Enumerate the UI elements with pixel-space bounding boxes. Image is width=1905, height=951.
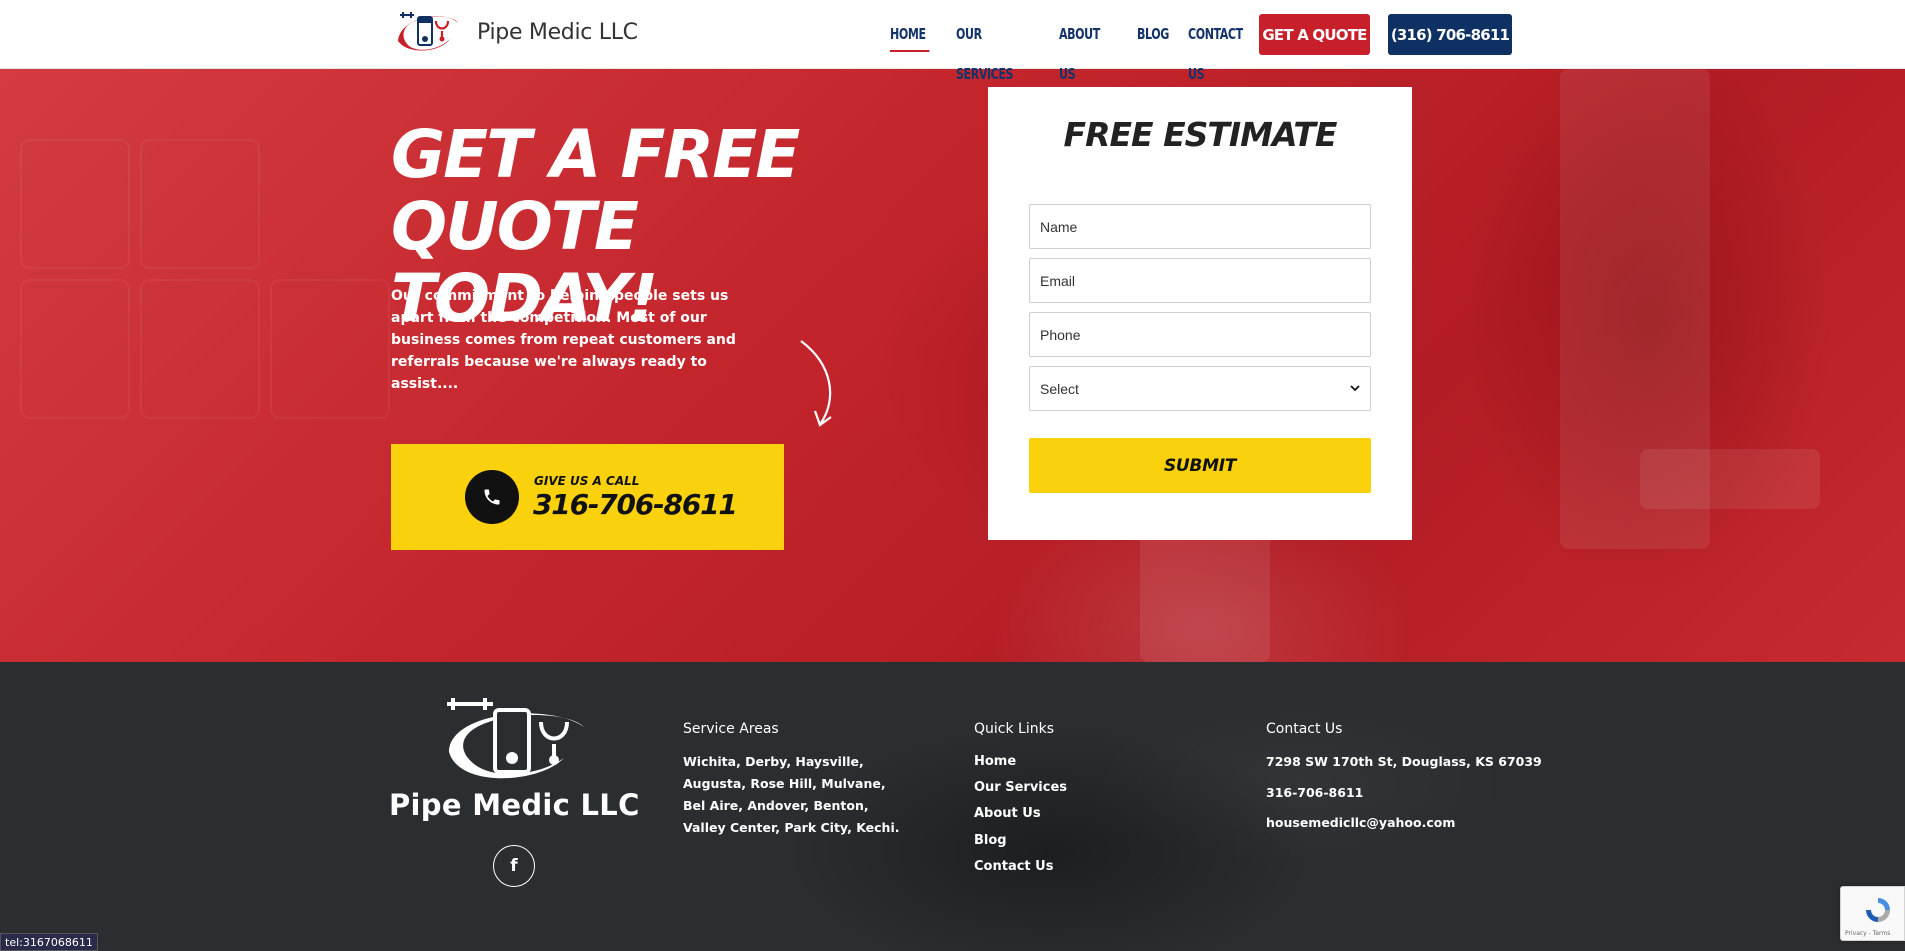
phone-placeholder: Phone bbox=[1040, 326, 1081, 343]
service-select[interactable]: Select bbox=[1029, 366, 1371, 411]
footer-link-contact-us[interactable]: Contact Us bbox=[974, 859, 1053, 874]
service-areas-line: Bel Aire, Andover, Benton, bbox=[683, 798, 869, 813]
footer-link-our-services[interactable]: Our Services bbox=[974, 780, 1067, 795]
quick-links-title: Quick Links bbox=[974, 721, 1055, 737]
footer-background bbox=[0, 662, 1905, 951]
nav-our-services[interactable]: OUR SERVICES bbox=[956, 14, 1026, 83]
nav-blog[interactable]: BLOG bbox=[1137, 14, 1169, 56]
facebook-icon[interactable]: f bbox=[493, 845, 535, 887]
footer-logo-icon[interactable] bbox=[389, 692, 639, 792]
call-number[interactable]: 316-706-8611 bbox=[533, 488, 738, 521]
get-a-quote-button[interactable]: GET A QUOTE bbox=[1259, 14, 1370, 55]
recaptcha-text[interactable]: Privacy - Terms bbox=[1845, 930, 1890, 937]
chevron-down-icon bbox=[1350, 385, 1360, 392]
phone-icon bbox=[465, 470, 519, 524]
service-areas-line: Augusta, Rose Hill, Mulvane, bbox=[683, 776, 886, 791]
nav-home[interactable]: HOME bbox=[890, 14, 930, 56]
curved-arrow-icon bbox=[800, 340, 832, 427]
footer-link-blog[interactable]: Blog bbox=[974, 833, 1007, 848]
site-footer: Pipe Medic LLC f Service Areas Wichita, … bbox=[0, 662, 1905, 951]
link-status-bar: tel:3167068611 bbox=[0, 933, 98, 951]
contact-address: 7298 SW 170th St, Douglass, KS 67039 bbox=[1266, 754, 1542, 769]
main-nav: HOME OUR SERVICES ABOUT US BLOG CONTACT … bbox=[890, 14, 1276, 83]
pipe-medic-logo-icon bbox=[398, 12, 458, 51]
phone-button[interactable]: (316) 706-8611 bbox=[1388, 14, 1512, 55]
phone-field[interactable]: Phone bbox=[1029, 312, 1371, 357]
call-box[interactable]: GIVE US A CALL 316-706-8611 bbox=[391, 444, 784, 550]
hero-section: GET A FREE QUOTE TODAY! Our commitment t… bbox=[0, 69, 1905, 662]
footer-link-home[interactable]: Home bbox=[974, 754, 1016, 769]
service-areas-line: Valley Center, Park City, Kechi. bbox=[683, 820, 900, 835]
footer-brand: Pipe Medic LLC bbox=[389, 788, 640, 822]
contact-phone[interactable]: 316-706-8611 bbox=[1266, 785, 1363, 800]
nav-about-us[interactable]: ABOUT US bbox=[1059, 14, 1108, 83]
nav-contact-us[interactable]: CONTACT US bbox=[1188, 14, 1245, 83]
recaptcha-icon bbox=[1866, 898, 1890, 922]
email-field[interactable]: Email bbox=[1029, 258, 1371, 303]
footer-link-about-us[interactable]: About Us bbox=[974, 806, 1041, 821]
hero-background bbox=[0, 69, 1905, 662]
estimate-form: FREE ESTIMATE Name Email Phone Select SU… bbox=[988, 87, 1412, 540]
contact-title: Contact Us bbox=[1266, 721, 1343, 737]
select-value: Select bbox=[1040, 380, 1079, 397]
submit-button[interactable]: SUBMIT bbox=[1029, 438, 1371, 493]
email-placeholder: Email bbox=[1040, 272, 1076, 289]
form-title: FREE ESTIMATE bbox=[1063, 115, 1338, 154]
site-logo[interactable]: Pipe Medic LLC bbox=[394, 7, 638, 57]
hero-title-line1: GET A FREE bbox=[391, 116, 800, 193]
name-field[interactable]: Name bbox=[1029, 204, 1371, 249]
contact-email[interactable]: housemedicllc@yahoo.com bbox=[1266, 815, 1455, 830]
name-placeholder: Name bbox=[1040, 218, 1078, 235]
site-header: Pipe Medic LLC HOME OUR SERVICES ABOUT U… bbox=[0, 0, 1905, 83]
service-areas-title: Service Areas bbox=[683, 721, 779, 737]
recaptcha-badge[interactable]: Privacy - Terms bbox=[1840, 886, 1905, 941]
brand-name: Pipe Medic LLC bbox=[477, 19, 638, 45]
call-label: GIVE US A CALL bbox=[534, 474, 640, 488]
hero-description: Our commitment to helping people sets us… bbox=[391, 288, 736, 392]
service-areas-line: Wichita, Derby, Haysville, bbox=[683, 754, 864, 769]
